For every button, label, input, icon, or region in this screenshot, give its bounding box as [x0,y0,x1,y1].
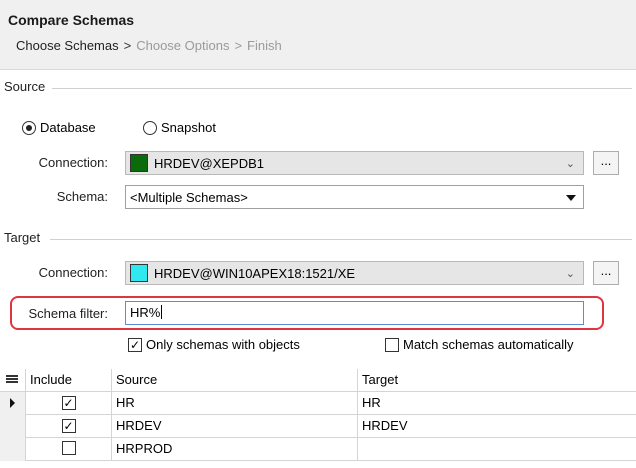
table-row[interactable]: ✓ HR HR [0,392,636,415]
include-cell[interactable]: ✓ [26,415,112,438]
match-schemas-automatically-label: Match schemas automatically [403,337,574,352]
connection-color-swatch [130,154,148,172]
chevron-down-icon: ⌄ [565,268,575,280]
include-cell[interactable] [26,438,112,461]
target-connection-label: Connection: [38,265,108,280]
wizard-header: Compare Schemas Choose Schemas > Choose Op… [0,0,636,70]
source-connection-select[interactable]: HRDEV@XEPDB1 ⌄ [125,151,584,175]
target-cell[interactable] [358,438,636,461]
source-cell[interactable]: HRDEV [112,415,358,438]
grid-corner[interactable] [0,369,26,392]
database-radio[interactable]: Database [22,120,96,135]
dialog-title: Compare Schemas [8,12,135,28]
source-connection-browse-button[interactable]: ... [593,151,619,175]
dropdown-arrow-icon [566,195,576,201]
checkbox-unchecked-icon [385,337,399,352]
radio-unchecked-icon [143,120,157,135]
database-radio-label: Database [40,120,96,135]
row-indicator [0,392,26,415]
wizard-steps: Choose Schemas > Choose Options > Finish [16,38,282,53]
checkbox-checked-icon: ✓ [128,337,142,352]
column-header-include[interactable]: Include [26,369,112,392]
schema-filter-label: Schema filter: [28,306,108,321]
table-row[interactable]: ✓ HRDEV HRDEV [0,415,636,438]
checkbox-checked-icon[interactable]: ✓ [61,396,76,410]
chevron-down-icon: ⌄ [565,158,575,170]
source-schema-label: Schema: [56,189,108,204]
source-connection-value: HRDEV@XEPDB1 [154,155,265,171]
step-choose-schemas: Choose Schemas [16,38,119,53]
table-row[interactable]: HRPROD [0,438,636,461]
target-cell[interactable]: HRDEV [358,415,636,438]
snapshot-radio-label: Snapshot [161,120,216,135]
snapshot-radio[interactable]: Snapshot [143,120,216,135]
target-cell[interactable]: HR [358,392,636,415]
grid-header-row: Include Source Target [0,369,636,392]
radio-checked-icon [22,120,36,135]
match-schemas-automatically-checkbox[interactable]: Match schemas automatically [385,337,574,352]
source-cell[interactable]: HRPROD [112,438,358,461]
connection-color-swatch [130,264,148,282]
source-connection-label: Connection: [38,155,108,170]
schema-filter-input[interactable]: HR% [125,301,584,325]
only-schemas-with-objects-checkbox[interactable]: ✓ Only schemas with objects [128,337,300,352]
checkbox-unchecked-icon[interactable] [61,441,76,455]
source-cell[interactable]: HR [112,392,358,415]
step-separator: > [123,38,132,53]
row-indicator [0,438,26,461]
step-separator: > [234,38,243,53]
only-schemas-with-objects-label: Only schemas with objects [146,337,300,352]
include-cell[interactable]: ✓ [26,392,112,415]
column-header-target[interactable]: Target [358,369,636,392]
target-divider [50,239,632,240]
text-caret [161,305,163,319]
target-section-label: Target [4,230,41,245]
checkbox-checked-icon[interactable]: ✓ [61,419,76,433]
column-header-source[interactable]: Source [112,369,358,392]
target-connection-browse-button[interactable]: ... [593,261,619,285]
step-choose-options: Choose Options [136,38,230,53]
row-indicator [0,415,26,438]
step-finish: Finish [247,38,282,53]
target-connection-select[interactable]: HRDEV@WIN10APEX18:1521/XE ⌄ [125,261,584,285]
target-connection-value: HRDEV@WIN10APEX18:1521/XE [154,265,356,281]
source-schema-select[interactable]: <Multiple Schemas> [125,185,584,209]
grid-menu-icon [6,375,18,385]
source-schema-value: <Multiple Schemas> [130,189,248,205]
current-row-icon [10,398,15,408]
source-divider [52,88,632,89]
source-section-label: Source [4,79,46,94]
schema-filter-value: HR% [130,305,161,320]
